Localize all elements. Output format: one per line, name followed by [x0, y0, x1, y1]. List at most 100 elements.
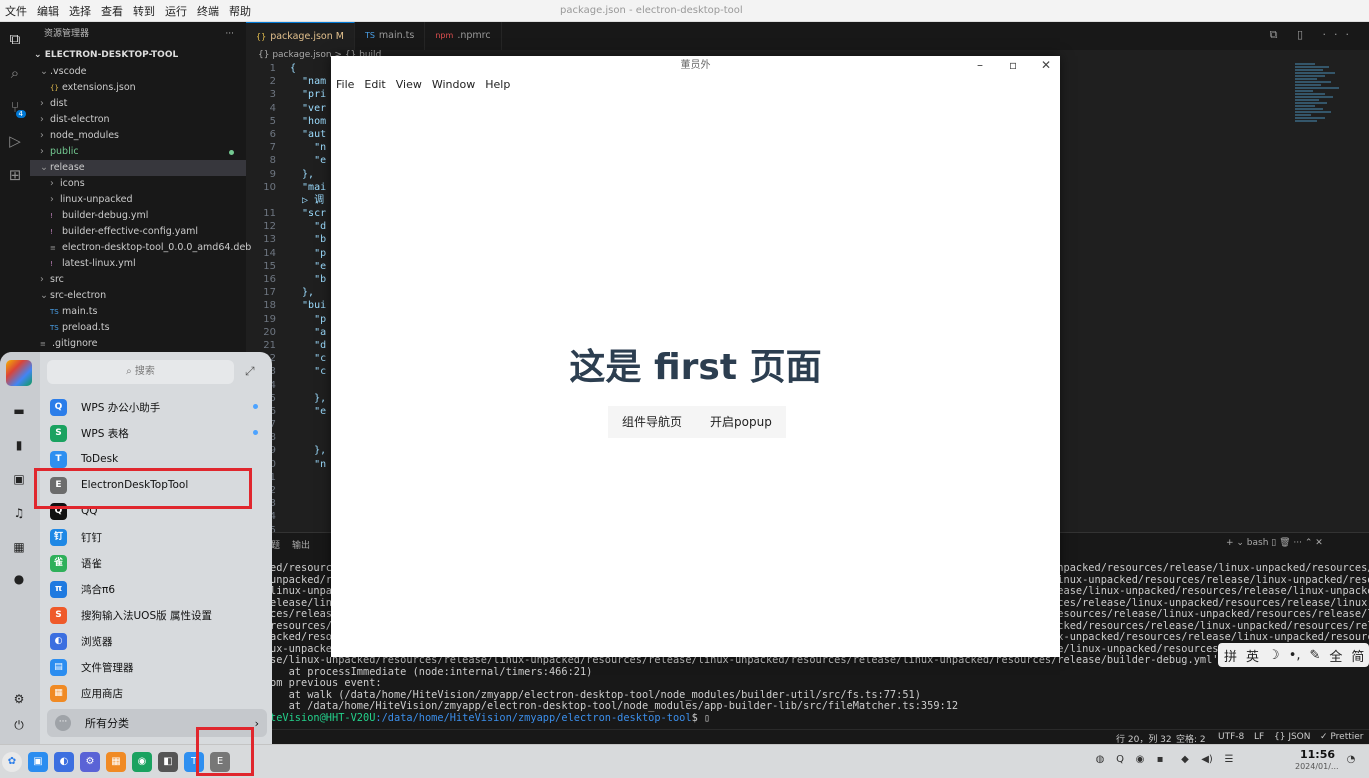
menu-run[interactable]: 运行 — [160, 3, 192, 19]
explorer-item[interactable]: ! latest-linux.yml — [30, 256, 246, 272]
explorer-item[interactable]: ⌄ release — [30, 160, 246, 176]
code-editor[interactable]: { "nam "pri "ver "hom "aut "n "e }, "mai… — [290, 62, 332, 532]
explorer-item[interactable]: › node_modules — [30, 128, 246, 144]
app-menu-edit[interactable]: Edit — [364, 78, 385, 91]
explorer-item[interactable]: {} extensions.json — [30, 80, 246, 96]
pictures-icon[interactable]: ▣ — [11, 472, 27, 488]
browser-icon[interactable]: ◐ — [54, 752, 74, 772]
expand-icon[interactable]: ⤢ — [245, 364, 255, 379]
ime-simplified[interactable]: 简 — [1351, 646, 1364, 665]
notification-icon[interactable]: ◔ — [1344, 754, 1358, 768]
downloads-icon[interactable]: ● — [11, 572, 27, 588]
explorer-item[interactable]: ≡ electron-desktop-tool_0.0.0_amd64.deb — [30, 240, 251, 256]
power-icon[interactable]: ⏻ — [11, 718, 27, 734]
more-actions-icon[interactable]: ··· — [225, 22, 234, 46]
multitask-icon[interactable]: ▣ — [28, 752, 48, 772]
run-debug-icon[interactable]: ▷ — [0, 124, 30, 158]
explorer-item[interactable]: ! builder-debug.yml — [30, 208, 246, 224]
eol[interactable]: LF — [1254, 732, 1264, 742]
qq-tray-icon[interactable]: Q — [1113, 754, 1127, 768]
project-root[interactable]: ⌄ ELECTRON-DESKTOP-TOOL — [30, 46, 246, 64]
network-icon[interactable]: ☰ — [1222, 754, 1236, 768]
tab-output[interactable]: 输出 — [292, 538, 310, 551]
launcher-app-item[interactable]: ◐ 浏览器 — [50, 628, 260, 654]
app-menu-view[interactable]: View — [396, 78, 422, 91]
language-mode[interactable]: {} JSON — [1274, 732, 1311, 742]
app-menu-window[interactable]: Window — [432, 78, 475, 91]
prettier-status[interactable]: ✓ Prettier — [1320, 732, 1364, 742]
maximize-icon[interactable]: ▫ — [1009, 58, 1017, 72]
app-menu-help[interactable]: Help — [485, 78, 510, 91]
tray-icon[interactable]: ◆ — [1178, 754, 1192, 768]
tray-icon[interactable]: ▪ — [1153, 754, 1167, 768]
launcher-app-item[interactable]: S 搜狗输入法UOS版 属性设置 — [50, 602, 260, 628]
ime-pen[interactable]: ✎ — [1310, 648, 1321, 663]
ime-punct[interactable]: •, — [1289, 648, 1301, 663]
ime-full[interactable]: 全 — [1329, 646, 1342, 665]
launcher-app-item[interactable]: 钉钉钉 — [50, 524, 260, 550]
source-control-icon[interactable]: ⑂ 4 — [0, 90, 30, 124]
user-avatar[interactable] — [6, 360, 32, 386]
app-menu-file[interactable]: File — [336, 78, 354, 91]
volume-icon[interactable]: ◀) — [1200, 754, 1214, 768]
menu-file[interactable]: 文件 — [0, 3, 32, 19]
explorer-item[interactable]: ! builder-effective-config.yaml — [30, 224, 246, 240]
ime-pinyin[interactable]: 拼 — [1224, 646, 1237, 665]
launcher-app-item[interactable]: Q WPS 办公小助手 — [50, 394, 260, 420]
explorer-item[interactable]: ≡ .gitignore — [30, 336, 246, 352]
launcher-app-item[interactable]: ▦ 应用商店 — [50, 680, 260, 706]
explorer-item[interactable]: › dist — [30, 96, 246, 112]
ime-moon[interactable]: ☽ — [1268, 648, 1280, 663]
chat-icon[interactable]: ◉ — [132, 752, 152, 772]
explorer-item[interactable]: ⌄ .vscode — [30, 64, 246, 80]
launcher-icon[interactable]: ✿ — [2, 752, 22, 772]
app-store-icon[interactable]: ▦ — [106, 752, 126, 772]
launcher-app-item[interactable]: π 鸿合π6 — [50, 576, 260, 602]
tab-npmrc[interactable]: npm .npmrc — [425, 22, 502, 50]
tab-main-ts[interactable]: TS main.ts — [355, 22, 426, 50]
component-nav-button[interactable]: 组件导航页 — [608, 406, 697, 438]
extensions-icon[interactable]: ⊞ — [0, 158, 30, 192]
explorer-item[interactable]: TS main.ts — [30, 304, 246, 320]
explorer-item[interactable]: › icons — [30, 176, 246, 192]
menu-view[interactable]: 查看 — [96, 3, 128, 19]
menu-help[interactable]: 帮助 — [224, 3, 256, 19]
close-icon[interactable]: ✕ — [1041, 58, 1051, 72]
tray-icon[interactable]: ◉ — [1133, 754, 1147, 768]
minimize-icon[interactable]: – — [977, 58, 983, 72]
menu-terminal[interactable]: 终端 — [192, 3, 224, 19]
videos-icon[interactable]: ▦ — [11, 540, 27, 556]
tab-package-json[interactable]: {} package.json M — [246, 22, 355, 50]
minimap[interactable] — [1295, 62, 1355, 172]
launcher-app-item[interactable]: ▤ 文件管理器 — [50, 654, 260, 680]
explorer-item[interactable]: TS preload.ts — [30, 320, 246, 336]
explorer-item[interactable]: › public — [30, 144, 246, 160]
explorer-item[interactable]: › linux-unpacked — [30, 192, 246, 208]
terminal-prompt[interactable]: teVision@HHT-V20U:/data/home/HiteVision/… — [270, 712, 1369, 725]
explorer-item[interactable]: › dist-electron — [30, 112, 246, 128]
start-menu-sidebar: ▬ ▮ ▣ ♫ ▦ ● ⚙ ⏻ — [0, 352, 40, 744]
explorer-item[interactable]: ⌄ src-electron — [30, 288, 246, 304]
files-icon[interactable]: ⧉ — [0, 22, 30, 56]
music-icon[interactable]: ♫ — [11, 506, 27, 522]
documents-icon[interactable]: ▮ — [11, 438, 27, 454]
tray-app-icon[interactable]: ◍ — [1093, 754, 1107, 768]
open-popup-button[interactable]: 开启popup — [696, 406, 786, 438]
terminal-actions[interactable]: + ⌄ bash ▯ 🗑 ··· ⌃ ✕ — [1226, 538, 1323, 548]
settings-icon[interactable]: ⚙ — [80, 752, 100, 772]
search-icon[interactable]: ⌕ — [0, 56, 30, 90]
clock-time[interactable]: 11:56 — [1300, 748, 1335, 761]
menu-go[interactable]: 转到 — [128, 3, 160, 19]
computer-icon[interactable]: ▬ — [11, 404, 27, 420]
launcher-app-item[interactable]: S WPS 表格 — [50, 420, 260, 446]
menu-edit[interactable]: 编辑 — [32, 3, 64, 19]
editor-icon[interactable]: ◧ — [158, 752, 178, 772]
menu-selection[interactable]: 选择 — [64, 3, 96, 19]
ime-english[interactable]: 英 — [1246, 646, 1259, 665]
encoding[interactable]: UTF-8 — [1218, 732, 1244, 742]
explorer-item[interactable]: › src — [30, 272, 246, 288]
launcher-app-item[interactable]: 雀 语雀 — [50, 550, 260, 576]
settings-icon[interactable]: ⚙ — [11, 692, 27, 708]
launcher-search[interactable]: ⌕ 搜索 — [47, 360, 234, 384]
editor-actions[interactable]: ⧉ ▯ ··· — [1270, 28, 1357, 42]
